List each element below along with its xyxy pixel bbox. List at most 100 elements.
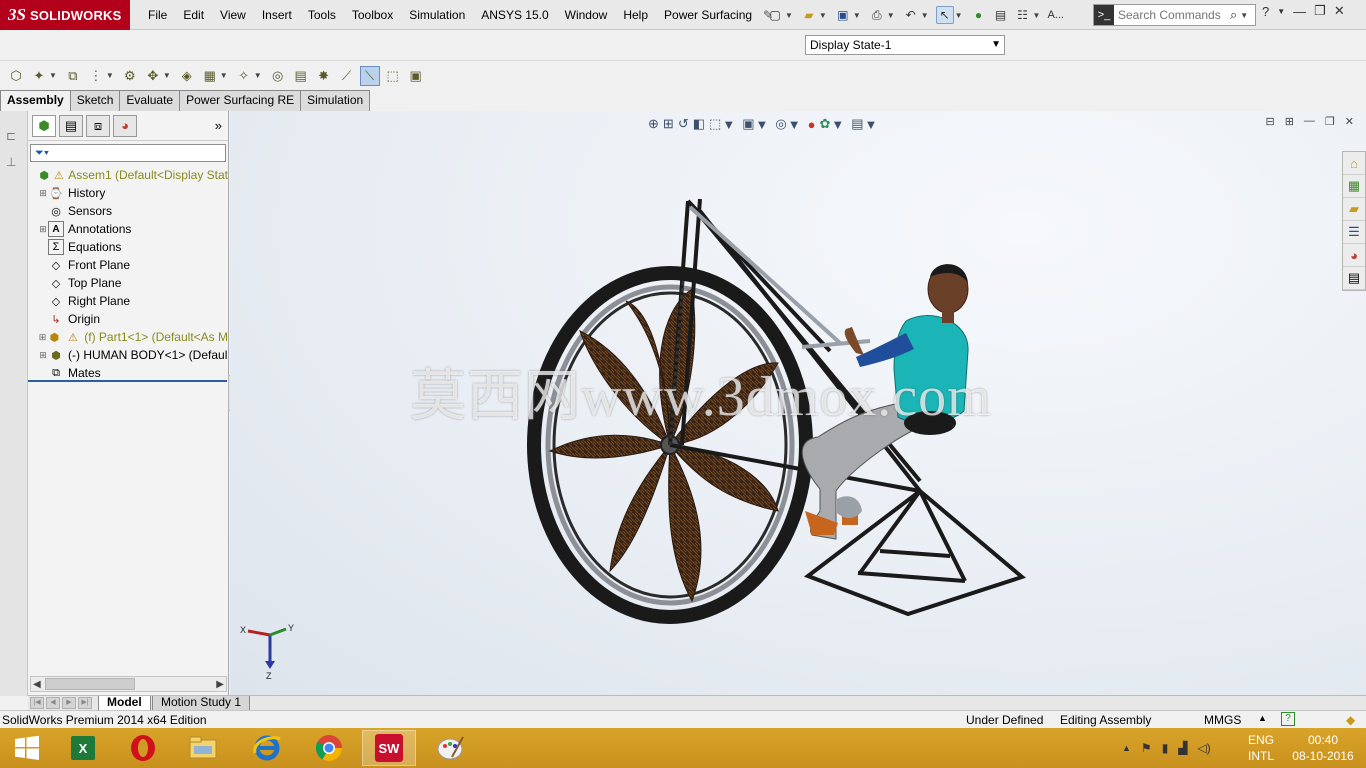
linear-pattern-icon[interactable]: ⋮ xyxy=(86,66,106,86)
tree-item-right-plane[interactable]: ◇ Right Plane xyxy=(28,292,228,310)
volume-icon[interactable]: ◁) xyxy=(1198,741,1211,755)
tree-item-origin[interactable]: ↳ Origin xyxy=(28,310,228,328)
view-palette-icon[interactable]: ☰ xyxy=(1343,221,1365,244)
select-arrow-icon[interactable]: ↖ xyxy=(935,6,954,24)
section-view-icon[interactable]: ◧ xyxy=(693,116,705,132)
undo-icon[interactable]: ↶ xyxy=(902,6,920,24)
chevron-down-icon[interactable]: ▼ xyxy=(785,11,793,20)
large-assembly-icon[interactable]: ▣ xyxy=(406,66,426,86)
tree-item-top-plane[interactable]: ◇ Top Plane xyxy=(28,274,228,292)
edit-appearance-icon[interactable]: ● xyxy=(808,117,816,132)
chevron-down-icon[interactable]: ▼ xyxy=(865,117,878,132)
expand-icon[interactable]: ⊞ xyxy=(38,188,48,199)
chevron-down-icon[interactable]: ▼ xyxy=(788,117,801,132)
property-manager-tab-icon[interactable]: ▤ xyxy=(59,114,83,137)
tree-item-history[interactable]: ⊞ ⌚ History xyxy=(28,184,228,202)
search-input[interactable] xyxy=(1118,6,1228,24)
taskbar-file-explorer[interactable] xyxy=(176,730,230,766)
chevron-down-icon[interactable]: ▼ xyxy=(254,71,262,80)
taskbar-paint[interactable] xyxy=(424,730,478,766)
tag-icon[interactable]: ◆ xyxy=(1346,713,1355,727)
help-icon[interactable]: ? xyxy=(1281,712,1295,726)
tab-model[interactable]: Model xyxy=(98,696,151,711)
menu-file[interactable]: File xyxy=(140,0,175,30)
apply-scene-icon[interactable]: ✿ xyxy=(819,116,830,132)
menu-help[interactable]: Help xyxy=(615,0,656,30)
chevron-up-icon[interactable]: ▲ xyxy=(1258,713,1267,723)
display-state-select[interactable]: Display State-1 ▼ xyxy=(805,35,1005,55)
chevron-down-icon[interactable]: ▼ xyxy=(220,71,228,80)
file-explorer-icon[interactable]: ▰ xyxy=(1343,198,1365,221)
open-folder-icon[interactable]: ▰ xyxy=(800,6,818,24)
design-library-icon[interactable]: ▦ xyxy=(1343,175,1365,198)
close-icon[interactable]: ✕ xyxy=(1334,3,1345,19)
show-hidden-icons-icon[interactable]: ▲ xyxy=(1122,743,1131,753)
menu-window[interactable]: Window xyxy=(557,0,616,30)
next-tab-icon[interactable]: ▶ xyxy=(62,697,76,709)
file-properties-icon[interactable]: ▤ xyxy=(992,6,1010,24)
mate-icon[interactable]: ⧉ xyxy=(63,66,83,86)
split-view-icon[interactable]: ⊟ xyxy=(1265,115,1274,128)
rollback-bar[interactable] xyxy=(28,380,227,382)
view-settings-icon[interactable]: ▤ xyxy=(851,116,863,132)
menu-simulation[interactable]: Simulation xyxy=(401,0,473,30)
display-style-icon[interactable]: ▣ xyxy=(742,116,754,132)
restore-icon[interactable]: ❐ xyxy=(1325,115,1335,128)
chevron-down-icon[interactable]: ▼ xyxy=(1277,7,1285,16)
solidworks-logo[interactable]: 3S SOLIDWORKS xyxy=(0,0,130,30)
menu-power-surfacing[interactable]: Power Surfacing xyxy=(656,0,760,30)
tab-sketch[interactable]: Sketch xyxy=(69,90,121,111)
tree-item-part1[interactable]: ⊞ ⬢ ⚠ (f) Part1<1> (Default<As M xyxy=(28,328,228,346)
chevron-down-icon[interactable]: ▼ xyxy=(49,71,57,80)
print-icon[interactable]: ⎙ xyxy=(868,6,886,24)
exploded-view-icon[interactable]: ✸ xyxy=(314,66,334,86)
smart-fasteners-icon[interactable]: ⚙ xyxy=(120,66,140,86)
taskbar-chrome[interactable] xyxy=(302,730,356,766)
tab-motion-study[interactable]: Motion Study 1 xyxy=(152,696,251,711)
taskbar-opera[interactable] xyxy=(116,730,170,766)
scroll-left-icon[interactable]: ◀ xyxy=(33,679,41,690)
tree-item-equations[interactable]: Σ Equations xyxy=(28,238,228,256)
explode-line-sketch-icon[interactable]: ⟋ xyxy=(337,66,357,86)
chevron-down-icon[interactable]: ▼ xyxy=(991,36,1001,54)
zoom-to-fit-icon[interactable]: ⊕ xyxy=(648,116,659,132)
menu-ansys[interactable]: ANSYS 15.0 xyxy=(473,0,556,30)
action-center-icon[interactable]: ⚑ xyxy=(1141,741,1152,755)
menu-tools[interactable]: Tools xyxy=(300,0,344,30)
chevron-down-icon[interactable]: ▼ xyxy=(1240,11,1248,20)
new-document-icon[interactable]: ▢ xyxy=(766,6,784,24)
rebuild-icon[interactable]: ● xyxy=(970,6,988,24)
tab-assembly[interactable]: Assembly xyxy=(0,90,71,111)
menu-insert[interactable]: Insert xyxy=(254,0,300,30)
tab-power-surfacing-re[interactable]: Power Surfacing RE xyxy=(179,90,302,111)
search-icon[interactable]: ⌕ xyxy=(1230,7,1237,23)
tree-item-front-plane[interactable]: ◇ Front Plane xyxy=(28,256,228,274)
zoom-to-area-icon[interactable]: ⊞ xyxy=(663,116,674,132)
reference-geometry-icon[interactable]: ✧ xyxy=(234,66,254,86)
expand-icon[interactable]: ⊞ xyxy=(38,224,48,235)
new-part-icon[interactable]: ✦ xyxy=(29,66,49,86)
menu-view[interactable]: View xyxy=(212,0,254,30)
close-icon[interactable]: ✕ xyxy=(1345,115,1354,128)
tree-item-sensors[interactable]: ◎ Sensors xyxy=(28,202,228,220)
taskbar-excel[interactable]: X xyxy=(56,730,110,766)
menu-edit[interactable]: Edit xyxy=(175,0,212,30)
tree-item-human-body[interactable]: ⊞ ⬢ (-) HUMAN BODY<1> (Defaul xyxy=(28,346,228,364)
expand-icon[interactable]: ⊞ xyxy=(38,350,48,361)
custom-properties-icon[interactable]: ▤ xyxy=(1343,267,1365,290)
chevron-down-icon[interactable]: ▼ xyxy=(722,117,735,132)
input-language[interactable]: ENG INTL xyxy=(1246,732,1276,764)
chevron-down-icon[interactable]: ▼ xyxy=(106,71,114,80)
display-manager-tab-icon[interactable]: ◕ xyxy=(113,114,137,137)
search-commands-box[interactable]: >_ ⌕ ▼ xyxy=(1093,4,1256,26)
chevron-down-icon[interactable]: ▼ xyxy=(831,117,844,132)
tab-evaluate[interactable]: Evaluate xyxy=(119,90,181,111)
last-tab-icon[interactable]: ▶| xyxy=(78,697,92,709)
tree-filter[interactable]: ⏷▾ xyxy=(30,144,226,162)
menu-toolbox[interactable]: Toolbox xyxy=(344,0,401,30)
flyout-tree-icon[interactable]: ⊥ xyxy=(6,155,16,169)
taskbar-internet-explorer[interactable] xyxy=(240,730,294,766)
tree-item-annotations[interactable]: ⊞ A Annotations xyxy=(28,220,228,238)
tree-root-assembly[interactable]: ⬢ ⚠ Assem1 (Default<Display Stat xyxy=(28,166,228,184)
previous-view-icon[interactable]: ↺ xyxy=(678,116,689,132)
